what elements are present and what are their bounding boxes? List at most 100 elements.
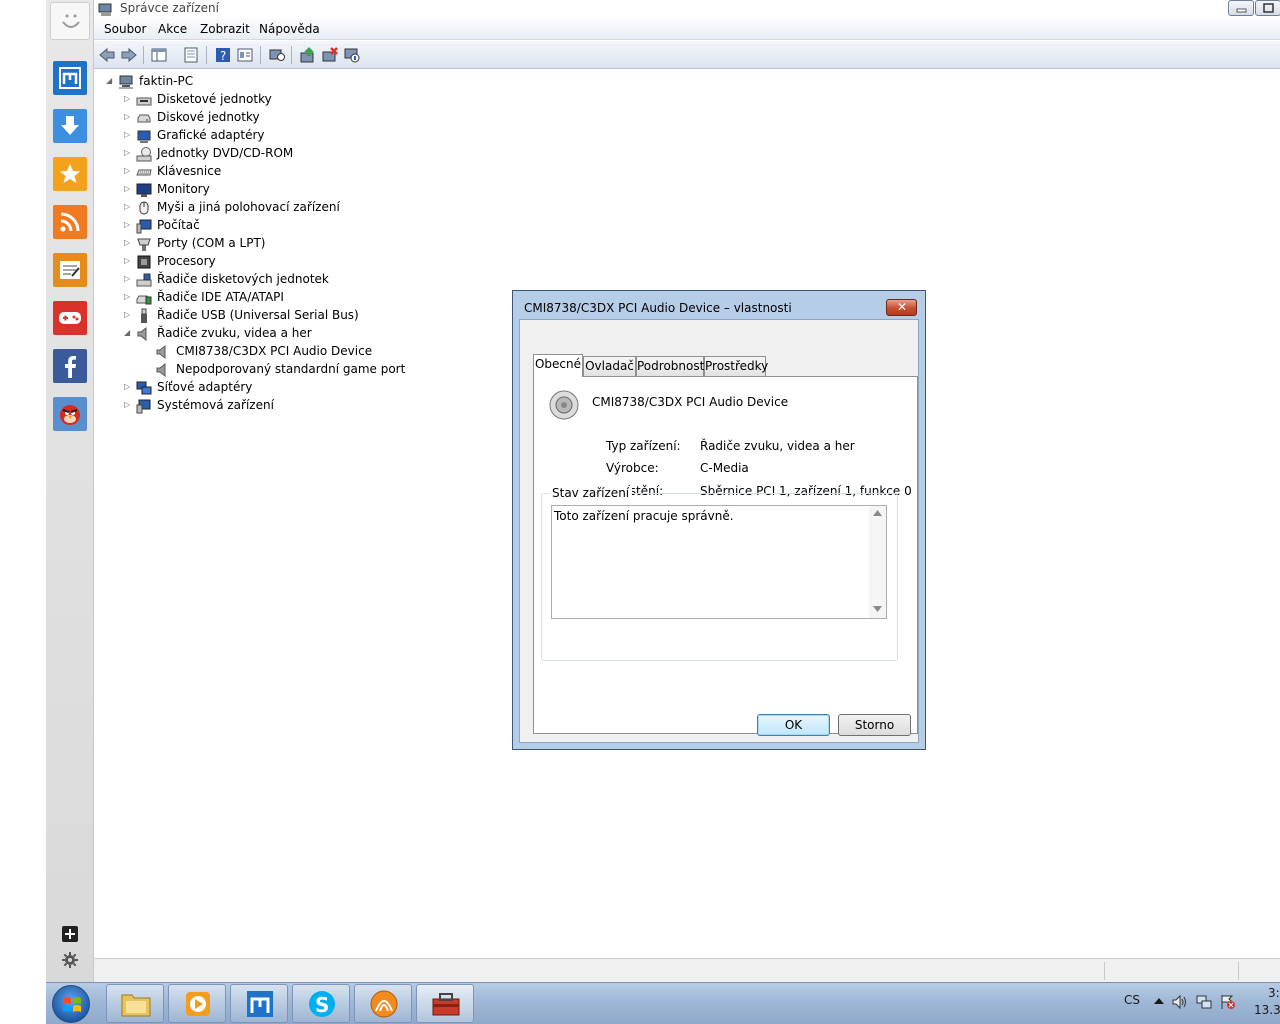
- title-bar[interactable]: Správce zařízení: [94, 0, 1280, 18]
- tab-podrobnosti[interactable]: Podrobnosti: [636, 356, 708, 376]
- menu-napoveda[interactable]: Nápověda: [259, 22, 320, 36]
- clock-date[interactable]: 13.3.: [1254, 1003, 1280, 1017]
- expand-arrow-icon[interactable]: ▷: [124, 274, 132, 283]
- collapse-arrow-icon[interactable]: ◢: [124, 328, 132, 337]
- device-status-textbox[interactable]: Toto zařízení pracuje správně.: [551, 505, 887, 619]
- ok-button[interactable]: OK: [757, 714, 830, 736]
- collapse-arrow-icon[interactable]: ◢: [106, 76, 114, 85]
- facebook-button[interactable]: [53, 349, 87, 383]
- dialog-close-button[interactable]: ✕: [886, 299, 917, 316]
- back-arrow-icon[interactable]: [98, 46, 116, 64]
- notes-button[interactable]: [53, 253, 87, 287]
- volume-icon[interactable]: [1172, 994, 1188, 1010]
- download-button[interactable]: [53, 109, 87, 143]
- scan-hardware-icon[interactable]: [268, 46, 286, 64]
- update-driver-icon[interactable]: [299, 46, 317, 64]
- tree-root-label: faktin-PC: [139, 74, 194, 88]
- properties-dialog: CMI8738/C3DX PCI Audio Device – vlastnos…: [512, 290, 926, 750]
- floppy-controller-icon: [136, 273, 152, 287]
- maxthon-icon: [59, 67, 81, 89]
- expand-arrow-icon[interactable]: ▷: [124, 166, 132, 175]
- expand-arrow-icon[interactable]: ▷: [124, 148, 132, 157]
- ide-controller-icon: [136, 295, 152, 305]
- show-hidden-icons-icon[interactable]: [1154, 997, 1164, 1005]
- help-icon[interactable]: ?: [214, 46, 232, 64]
- expand-arrow-icon[interactable]: ▷: [124, 184, 132, 193]
- display-adapter-icon: [137, 130, 151, 143]
- taskbar-maxthon[interactable]: [230, 984, 288, 1023]
- minimize-icon: [1236, 8, 1247, 13]
- angry-birds-button[interactable]: [53, 397, 87, 431]
- dvd-drive-icon: [136, 147, 152, 162]
- device-status-text: Toto zařízení pracuje správně.: [554, 509, 734, 523]
- cancel-button[interactable]: Storno: [838, 714, 911, 736]
- angry-bird-icon: [60, 405, 80, 425]
- toolbar-separator: [143, 46, 144, 64]
- tree-item-label: Řadiče IDE ATA/ATAPI: [157, 290, 284, 304]
- tab-ovladac[interactable]: Ovladač: [583, 356, 636, 376]
- clock-time[interactable]: 3:: [1268, 986, 1280, 1000]
- rss-icon: [60, 212, 80, 232]
- computer-icon: [136, 219, 152, 234]
- device-type-value: Řadiče zvuku, videa a her: [700, 439, 855, 453]
- scroll-down-icon[interactable]: [873, 606, 882, 612]
- scroll-up-icon[interactable]: [873, 510, 882, 516]
- view-icon[interactable]: [236, 46, 254, 64]
- sidebar-settings-button[interactable]: [62, 952, 78, 968]
- status-separator: [1104, 962, 1105, 980]
- expand-arrow-icon[interactable]: ▷: [124, 202, 132, 211]
- expand-arrow-icon[interactable]: ▷: [124, 238, 132, 247]
- show-hide-console-tree-icon[interactable]: [150, 46, 168, 64]
- smiley-button[interactable]: [50, 2, 90, 40]
- gear-icon: [62, 952, 78, 968]
- tree-item-label: Diskové jednotky: [157, 110, 260, 124]
- tree-item-label: Disketové jednotky: [157, 92, 272, 106]
- expand-arrow-icon[interactable]: ▷: [124, 400, 132, 409]
- expand-arrow-icon[interactable]: ▷: [124, 382, 132, 391]
- maxthon-button[interactable]: [53, 61, 87, 95]
- favorites-button[interactable]: [53, 157, 87, 191]
- uninstall-icon[interactable]: [321, 46, 339, 64]
- disable-device-icon[interactable]: [343, 46, 361, 64]
- properties-sheet-icon[interactable]: [182, 46, 200, 64]
- network-icon[interactable]: [1196, 994, 1212, 1010]
- plus-icon: [65, 929, 75, 939]
- menu-akce[interactable]: Akce: [158, 22, 187, 36]
- action-center-icon[interactable]: [1220, 994, 1236, 1010]
- expand-arrow-icon[interactable]: ▷: [124, 220, 132, 229]
- taskbar-device-manager[interactable]: [416, 984, 474, 1023]
- media-player-icon: [186, 992, 210, 1016]
- start-button[interactable]: [52, 985, 90, 1023]
- menu-soubor[interactable]: Soubor: [104, 22, 146, 36]
- expand-arrow-icon[interactable]: ▷: [124, 94, 132, 103]
- tree-item-label: Grafické adaptéry: [157, 128, 265, 142]
- star-icon: [60, 164, 80, 183]
- rss-button[interactable]: [53, 205, 87, 239]
- taskbar-explorer[interactable]: [106, 984, 164, 1023]
- tree-item-label: Řadiče USB (Universal Serial Bus): [157, 308, 359, 322]
- minimize-button[interactable]: [1228, 0, 1254, 16]
- status-scrollbar[interactable]: [869, 506, 886, 618]
- games-button[interactable]: [53, 301, 87, 335]
- language-indicator[interactable]: CS: [1124, 993, 1140, 1007]
- menu-zobrazit[interactable]: Zobrazit: [200, 22, 250, 36]
- taskbar-skype[interactable]: S: [292, 984, 350, 1023]
- expand-arrow-icon[interactable]: ▷: [124, 292, 132, 301]
- expand-arrow-icon[interactable]: ▷: [124, 112, 132, 121]
- expand-arrow-icon[interactable]: ▷: [124, 256, 132, 265]
- tree-item-label: Systémová zařízení: [157, 398, 274, 412]
- device-manager-icon: [98, 3, 112, 16]
- manufacturer-label: Výrobce:: [606, 461, 659, 475]
- tab-prostredky[interactable]: Prostředky: [704, 356, 768, 376]
- speaker-icon: [156, 362, 166, 378]
- taskbar-media-player[interactable]: [168, 984, 226, 1023]
- desktop-edge: [0, 0, 46, 1024]
- expand-arrow-icon[interactable]: ▷: [124, 310, 132, 319]
- expand-arrow-icon[interactable]: ▷: [124, 130, 132, 139]
- add-app-button[interactable]: [62, 926, 78, 942]
- tab-obecne[interactable]: Obecné: [533, 354, 583, 377]
- forward-arrow-icon[interactable]: [120, 46, 138, 64]
- restore-button[interactable]: [1255, 0, 1280, 16]
- toolbar-separator: [206, 46, 207, 64]
- taskbar-bittorrent[interactable]: [354, 984, 412, 1023]
